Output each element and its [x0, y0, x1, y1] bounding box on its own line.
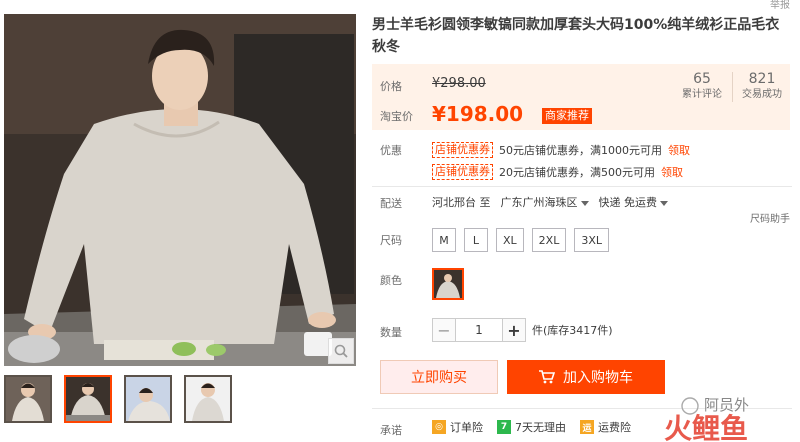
- taobao-price: ¥198.00: [432, 102, 524, 126]
- magnifier-icon: [334, 344, 348, 358]
- reviews-stat[interactable]: 65 累计评论: [674, 70, 730, 102]
- reviews-count: 65: [693, 71, 711, 87]
- original-price-label: 价格: [380, 80, 402, 93]
- divider: [372, 186, 792, 187]
- coupon-item: 店铺优惠券 50元店铺优惠券，满1000元可用 领取: [432, 142, 690, 158]
- quantity-stepper: − 1 + 件(库存3417件): [432, 318, 613, 342]
- size-option-xl[interactable]: XL: [496, 228, 524, 252]
- cart-icon: [539, 370, 555, 384]
- size-option-3xl[interactable]: 3XL: [574, 228, 610, 252]
- thumbnail-list: [4, 375, 232, 423]
- color-label: 颜色: [380, 274, 402, 287]
- coupon-text: 50元店铺优惠券，满1000元可用: [499, 144, 662, 157]
- report-link[interactable]: 举报: [770, 0, 790, 11]
- shipping-method-text: 快递 免运费: [598, 196, 658, 209]
- promise-text: 运费险: [598, 421, 631, 434]
- thumb-2[interactable]: [64, 375, 112, 423]
- thumb-3[interactable]: [124, 375, 172, 423]
- sales-stat: 821 交易成功: [734, 70, 790, 102]
- size-option-m[interactable]: M: [432, 228, 456, 252]
- buy-now-label: 立即购买: [411, 370, 467, 386]
- color-swatch-image: [434, 270, 462, 298]
- promise-item[interactable]: ◎ 订单险: [432, 419, 483, 435]
- destination-text: 广东广州海珠区: [500, 196, 578, 209]
- add-to-cart-label: 加入购物车: [563, 370, 633, 386]
- quantity-input[interactable]: 1: [456, 318, 502, 342]
- shipping-method-select[interactable]: 快递 免运费: [598, 194, 668, 210]
- thumb-1[interactable]: [4, 375, 52, 423]
- size-option-2xl[interactable]: 2XL: [531, 228, 567, 252]
- add-to-cart-button[interactable]: 加入购物车: [507, 360, 665, 394]
- promise-label: 承诺: [380, 424, 402, 437]
- chevron-down-icon: [660, 200, 668, 206]
- reviews-label: 累计评论: [682, 89, 722, 100]
- seven-day-return-icon: 7: [497, 420, 511, 434]
- watermark-brand: 火鲤鱼: [664, 412, 748, 442]
- claim-coupon-link[interactable]: 领取: [668, 142, 690, 158]
- promise-item[interactable]: 7 7天无理由: [497, 419, 566, 435]
- color-option-swatch[interactable]: [432, 268, 464, 300]
- product-title: 男士羊毛衫圆领李敏镐同款加厚套头大码100%纯羊绒衫正品毛衣秋冬: [372, 17, 780, 55]
- size-helper-link[interactable]: 尺码助手: [750, 210, 790, 225]
- shipping-info: 河北邢台 至 广东广州海珠区 快递 免运费: [432, 194, 668, 210]
- coupon-tag: 店铺优惠券: [432, 142, 493, 158]
- coupon-item: 店铺优惠券 20元店铺优惠券，满500元可用 领取: [432, 164, 683, 180]
- product-main-image[interactable]: [4, 14, 356, 366]
- chevron-down-icon: [580, 200, 589, 206]
- price-panel: 价格 ¥298.00 淘宝价 ¥198.00 商家推荐 65 累计评论 821 …: [372, 64, 790, 130]
- shipping-label: 配送: [380, 197, 402, 210]
- insurance-icon: ◎: [432, 420, 446, 434]
- watermark: 阿员外 火鲤鱼: [660, 392, 800, 442]
- product-photo-illustration: [4, 14, 356, 366]
- promise-item[interactable]: 运 运费险: [580, 419, 631, 435]
- promise-text: 7天无理由: [515, 421, 566, 434]
- original-price: ¥298.00: [432, 76, 486, 91]
- thumb-4-image: [186, 377, 230, 421]
- shipping-from: 河北邢台 至: [432, 196, 491, 209]
- shipping-insurance-icon: 运: [580, 420, 594, 434]
- sales-label: 交易成功: [742, 89, 782, 100]
- promise-list: ◎ 订单险 7 7天无理由 运 运费险: [432, 419, 631, 435]
- zoom-button[interactable]: [328, 338, 354, 364]
- promise-text: 订单险: [450, 421, 483, 434]
- destination-select[interactable]: 广东广州海珠区: [501, 194, 589, 210]
- claim-coupon-link[interactable]: 领取: [661, 164, 683, 180]
- watermark-logo: 阿员外 火鲤鱼: [664, 396, 749, 442]
- thumb-4[interactable]: [184, 375, 232, 423]
- taobao-price-label: 淘宝价: [380, 110, 413, 123]
- sales-count: 821: [748, 71, 776, 87]
- quantity-label: 数量: [380, 326, 402, 339]
- thumb-3-image: [126, 377, 170, 421]
- stock-text: 件(库存3417件): [532, 324, 613, 337]
- size-label: 尺码: [380, 234, 402, 247]
- size-option-l[interactable]: L: [464, 228, 488, 252]
- stats-divider: [732, 72, 733, 102]
- decrease-button[interactable]: −: [432, 318, 456, 342]
- recommend-badge: 商家推荐: [542, 108, 592, 124]
- buy-now-button[interactable]: 立即购买: [380, 360, 498, 394]
- size-options: M L XL 2XL 3XL: [432, 228, 610, 252]
- coupon-label: 优惠: [380, 144, 402, 157]
- thumb-2-image: [66, 377, 110, 421]
- thumb-1-image: [6, 377, 50, 421]
- coupon-text: 20元店铺优惠券，满500元可用: [499, 166, 655, 179]
- increase-button[interactable]: +: [502, 318, 526, 342]
- coupon-tag: 店铺优惠券: [432, 164, 493, 180]
